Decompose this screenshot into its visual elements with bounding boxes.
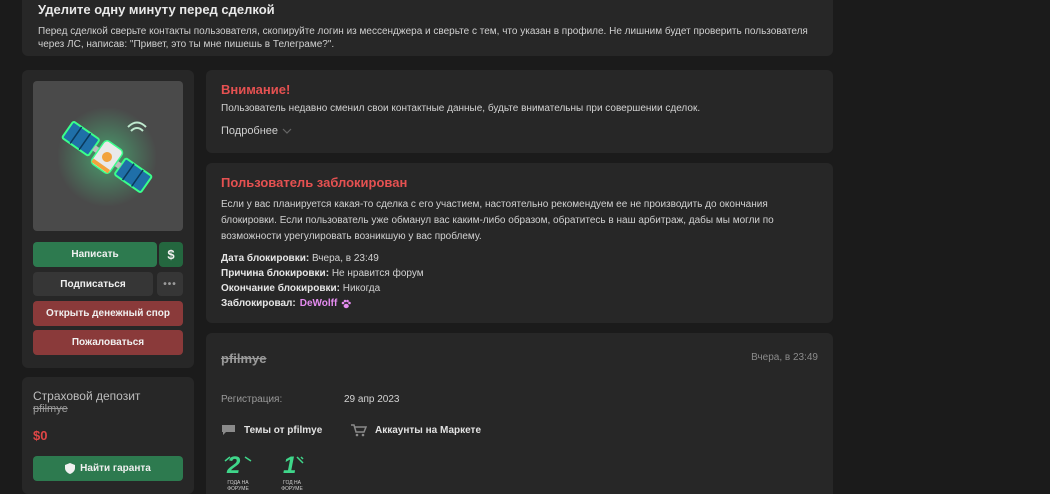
notice-title: Уделите одну минуту перед сделкой: [38, 2, 275, 17]
badge-caption: ГОД НА ФОРУМЕ: [281, 480, 303, 492]
registration-date: 29 апр 2023: [344, 394, 400, 405]
user-info-panel: pfilmye Вчера, в 23:49 Регистрация: 29 а…: [206, 333, 833, 494]
more-options-icon[interactable]: •••: [157, 272, 183, 296]
find-guarantor-button[interactable]: Найти гаранта: [33, 456, 183, 481]
block-date-value: Вчера, в 23:49: [311, 253, 379, 264]
write-message-button[interactable]: Написать: [33, 242, 157, 267]
find-guarantor-label: Найти гаранта: [80, 463, 151, 474]
user-blocked-panel: Пользователь заблокирован Если у вас пла…: [206, 163, 833, 323]
more-details-label: Подробнее: [221, 125, 279, 137]
user-threads-label: Темы от pfilmye: [244, 424, 323, 436]
dollar-icon[interactable]: $: [159, 242, 183, 267]
last-seen-time: Вчера, в 23:49: [751, 352, 818, 363]
blocked-by-label: Заблокировал:: [221, 298, 296, 309]
warning-title: Внимание!: [221, 82, 291, 97]
moderator-link[interactable]: DeWolff: [300, 298, 338, 309]
registration-label: Регистрация:: [221, 394, 283, 405]
insurance-deposit-card: Страховой депозит pfilmye $0 Найти гаран…: [22, 377, 194, 494]
report-button[interactable]: Пожаловаться: [33, 330, 183, 355]
contact-change-warning: Внимание! Пользователь недавно сменил св…: [206, 70, 833, 153]
more-details-toggle[interactable]: Подробнее: [221, 125, 292, 137]
shield-icon: [65, 463, 76, 474]
market-accounts-label: Аккаунты на Маркете: [375, 425, 482, 436]
forum-years-badge: 2 ГОДА НА ФОРУМЕ: [221, 452, 255, 494]
satellite-icon: [57, 107, 157, 207]
blocked-by-row: Заблокировал: DeWolff: [221, 298, 352, 309]
profile-username: pfilmye: [221, 351, 267, 366]
avatar[interactable]: [33, 81, 183, 231]
deposit-label: Страховой депозит: [33, 389, 141, 403]
profile-card: Написать $ Подписаться ••• Открыть денеж…: [22, 70, 194, 368]
deposit-username: pfilmye: [33, 403, 68, 415]
badge-caption: ГОДА НА ФОРУМЕ: [227, 480, 249, 492]
blocked-title: Пользователь заблокирован: [221, 175, 408, 190]
deal-notice: Уделите одну минуту перед сделкой Перед …: [22, 0, 833, 56]
block-reason-value: Не нравится форум: [331, 268, 424, 279]
block-date-row: Дата блокировки: Вчера, в 23:49: [221, 253, 379, 264]
paw-icon: [342, 299, 352, 308]
block-end-row: Окончание блокировки: Никогда: [221, 283, 380, 294]
badge-number: 1: [283, 452, 297, 479]
chevron-down-icon: [282, 128, 292, 134]
market-accounts-link[interactable]: Аккаунты на Маркете: [351, 424, 481, 437]
blocked-text: Если у вас планируется какая-то сделка с…: [221, 199, 774, 242]
open-dispute-button[interactable]: Открыть денежный спор: [33, 301, 183, 326]
cart-icon: [351, 424, 367, 437]
forum-year-badge: 1 ГОД НА ФОРУМЕ: [275, 452, 309, 494]
chat-bubble-icon: [222, 425, 235, 435]
deposit-amount: $0: [33, 428, 48, 443]
warning-text: Пользователь недавно сменил свои контакт…: [221, 103, 701, 114]
block-reason-label: Причина блокировки:: [221, 268, 330, 279]
user-threads-link[interactable]: Темы от pfilmye: [221, 424, 322, 436]
block-reason-row: Причина блокировки: Не нравится форум: [221, 268, 424, 279]
badge-number: 2: [227, 452, 241, 479]
block-end-value: Никогда: [342, 283, 381, 294]
block-end-label: Окончание блокировки:: [221, 283, 340, 294]
subscribe-button[interactable]: Подписаться: [33, 272, 153, 296]
block-date-label: Дата блокировки:: [221, 253, 310, 264]
notice-text: Перед сделкой сверьте контакты пользоват…: [38, 26, 808, 50]
